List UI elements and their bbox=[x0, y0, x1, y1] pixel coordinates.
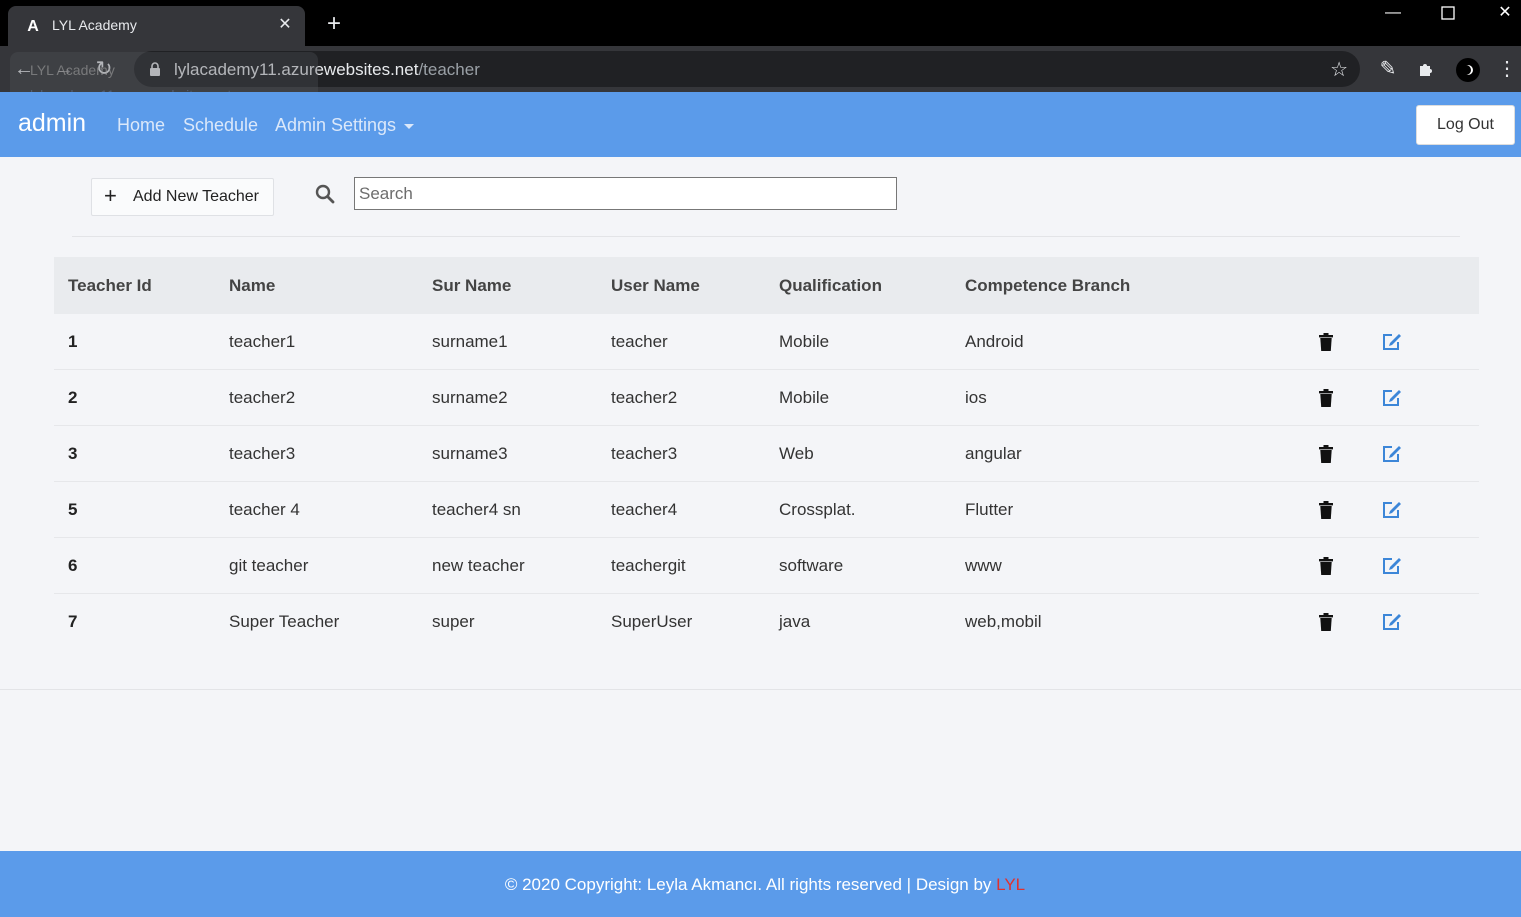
cell-surname: surname3 bbox=[432, 444, 508, 463]
table-row: 3 teacher3 surname3 teacher3 Web angular bbox=[54, 426, 1479, 482]
table-body: 1 teacher1 surname1 teacher Mobile Andro… bbox=[54, 314, 1479, 650]
cell-username: teacher2 bbox=[611, 388, 678, 407]
add-new-teacher-button[interactable]: + Add New Teacher bbox=[91, 178, 274, 216]
add-new-teacher-label: Add New Teacher bbox=[133, 188, 259, 205]
cell-name: git teacher bbox=[229, 556, 309, 575]
cell-competence-branch: Flutter bbox=[965, 500, 1014, 519]
cell-teacher-id: 5 bbox=[68, 500, 78, 519]
cell-name: teacher3 bbox=[229, 444, 296, 463]
cell-competence-branch: Android bbox=[965, 332, 1024, 351]
edit-icon[interactable] bbox=[1382, 557, 1402, 575]
trash-icon[interactable] bbox=[1319, 501, 1333, 519]
teachers-table: Teacher Id Name Sur Name User Name Quali… bbox=[54, 257, 1479, 650]
cell-name: Super Teacher bbox=[229, 612, 340, 631]
search-icon bbox=[315, 184, 335, 204]
footer-copyright: © 2020 Copyright: Leyla Akmancı. All rig… bbox=[0, 875, 1521, 895]
cell-competence-branch: www bbox=[965, 556, 1002, 575]
close-window-icon[interactable]: ✕ bbox=[1490, 2, 1520, 24]
edit-icon[interactable] bbox=[1382, 613, 1402, 631]
column-header-qualification: Qualification bbox=[779, 276, 882, 295]
edit-icon[interactable] bbox=[1382, 389, 1402, 407]
column-header-username: User Name bbox=[611, 276, 700, 295]
divider bbox=[72, 236, 1460, 237]
cell-username: teacher bbox=[611, 332, 668, 351]
trash-icon[interactable] bbox=[1319, 333, 1333, 351]
cell-teacher-id: 7 bbox=[68, 612, 78, 631]
tab-close-icon[interactable]: ✕ bbox=[275, 15, 295, 35]
logout-button[interactable]: Log Out bbox=[1416, 105, 1515, 145]
nav-dropdown-label: Admin Settings bbox=[275, 115, 397, 135]
cell-qualification: Mobile bbox=[779, 388, 830, 407]
browser-tab-strip: A LYL Academy ✕ + — ✕ bbox=[0, 0, 1521, 46]
cell-surname: surname2 bbox=[432, 388, 508, 407]
edit-icon[interactable] bbox=[1382, 445, 1402, 463]
table-row: 2 teacher2 surname2 teacher2 Mobile ios bbox=[54, 370, 1479, 426]
cell-teacher-id: 1 bbox=[68, 332, 78, 351]
cell-teacher-id: 6 bbox=[68, 556, 78, 575]
cell-surname: surname1 bbox=[432, 332, 508, 351]
trash-icon[interactable] bbox=[1319, 389, 1333, 407]
cell-competence-branch: angular bbox=[965, 444, 1022, 463]
cell-qualification: software bbox=[779, 556, 844, 575]
trash-icon[interactable] bbox=[1319, 557, 1333, 575]
table-row: 5 teacher 4 teacher4 sn teacher4 Crosspl… bbox=[54, 482, 1479, 538]
search-input[interactable] bbox=[354, 177, 897, 210]
angular-favicon-icon: A bbox=[27, 18, 39, 34]
footer-brand-link[interactable]: LYL bbox=[996, 875, 1025, 894]
column-header-surname: Sur Name bbox=[432, 276, 512, 295]
hover-card-title: LYL Academy bbox=[30, 62, 115, 78]
cell-name: teacher2 bbox=[229, 388, 296, 407]
table-row: 7 Super Teacher super SuperUser java web… bbox=[54, 594, 1479, 650]
browser-tab[interactable]: A LYL Academy ✕ bbox=[8, 6, 305, 46]
cell-teacher-id: 2 bbox=[68, 388, 78, 407]
pen-extension-icon[interactable]: ✎ bbox=[1376, 57, 1400, 81]
browser-menu-icon[interactable]: ⋮ bbox=[1495, 57, 1519, 81]
cell-teacher-id: 3 bbox=[68, 444, 78, 463]
caret-down-icon bbox=[404, 123, 415, 129]
trash-icon[interactable] bbox=[1319, 613, 1333, 631]
edit-icon[interactable] bbox=[1382, 333, 1402, 351]
edit-icon[interactable] bbox=[1382, 501, 1402, 519]
plus-icon: + bbox=[104, 183, 117, 208]
table-header-row: Teacher Id Name Sur Name User Name Quali… bbox=[54, 257, 1479, 314]
table-row: 6 git teacher new teacher teachergit sof… bbox=[54, 538, 1479, 594]
cell-competence-branch: web,mobil bbox=[965, 612, 1042, 631]
page-footer: © 2020 Copyright: Leyla Akmancı. All rig… bbox=[0, 851, 1521, 917]
cell-surname: super bbox=[432, 612, 475, 631]
nav-dropdown-admin-settings[interactable]: Admin Settings bbox=[275, 115, 415, 136]
bookmark-star-icon[interactable]: ☆ bbox=[1330, 57, 1348, 82]
minimize-icon[interactable]: — bbox=[1378, 2, 1408, 24]
column-header-teacher-id: Teacher Id bbox=[68, 276, 152, 295]
cell-competence-branch: ios bbox=[965, 388, 987, 407]
column-header-competence-branch: Competence Branch bbox=[965, 276, 1131, 295]
maximize-icon[interactable] bbox=[1433, 2, 1463, 24]
cell-username: teacher4 bbox=[611, 500, 678, 519]
navbar-brand[interactable]: admin bbox=[18, 109, 86, 138]
cell-qualification: Web bbox=[779, 444, 814, 463]
trash-icon[interactable] bbox=[1319, 445, 1333, 463]
nav-link-schedule[interactable]: Schedule bbox=[183, 115, 258, 136]
svg-text:A: A bbox=[27, 18, 39, 34]
nav-link-home[interactable]: Home bbox=[117, 115, 165, 136]
cell-username: teacher3 bbox=[611, 444, 678, 463]
table-row: 1 teacher1 surname1 teacher Mobile Andro… bbox=[54, 314, 1479, 370]
extensions-puzzle-icon[interactable] bbox=[1415, 57, 1439, 81]
new-tab-icon[interactable]: + bbox=[322, 12, 346, 36]
content-divider bbox=[0, 689, 1521, 690]
cell-name: teacher 4 bbox=[229, 500, 300, 519]
tab-title: LYL Academy bbox=[52, 17, 137, 33]
cell-name: teacher1 bbox=[229, 332, 296, 351]
app-navbar: admin Home Schedule Admin Settings Log O… bbox=[0, 92, 1521, 157]
profile-avatar-icon[interactable] bbox=[1455, 57, 1480, 82]
cell-surname: teacher4 sn bbox=[432, 500, 521, 519]
cell-username: SuperUser bbox=[611, 612, 693, 631]
cell-qualification: java bbox=[779, 612, 811, 631]
column-header-name: Name bbox=[229, 276, 276, 295]
footer-text: © 2020 Copyright: Leyla Akmancı. All rig… bbox=[504, 875, 997, 894]
cell-surname: new teacher bbox=[432, 556, 525, 575]
cell-username: teachergit bbox=[611, 556, 686, 575]
cell-qualification: Crossplat. bbox=[779, 500, 856, 519]
cell-qualification: Mobile bbox=[779, 332, 830, 351]
